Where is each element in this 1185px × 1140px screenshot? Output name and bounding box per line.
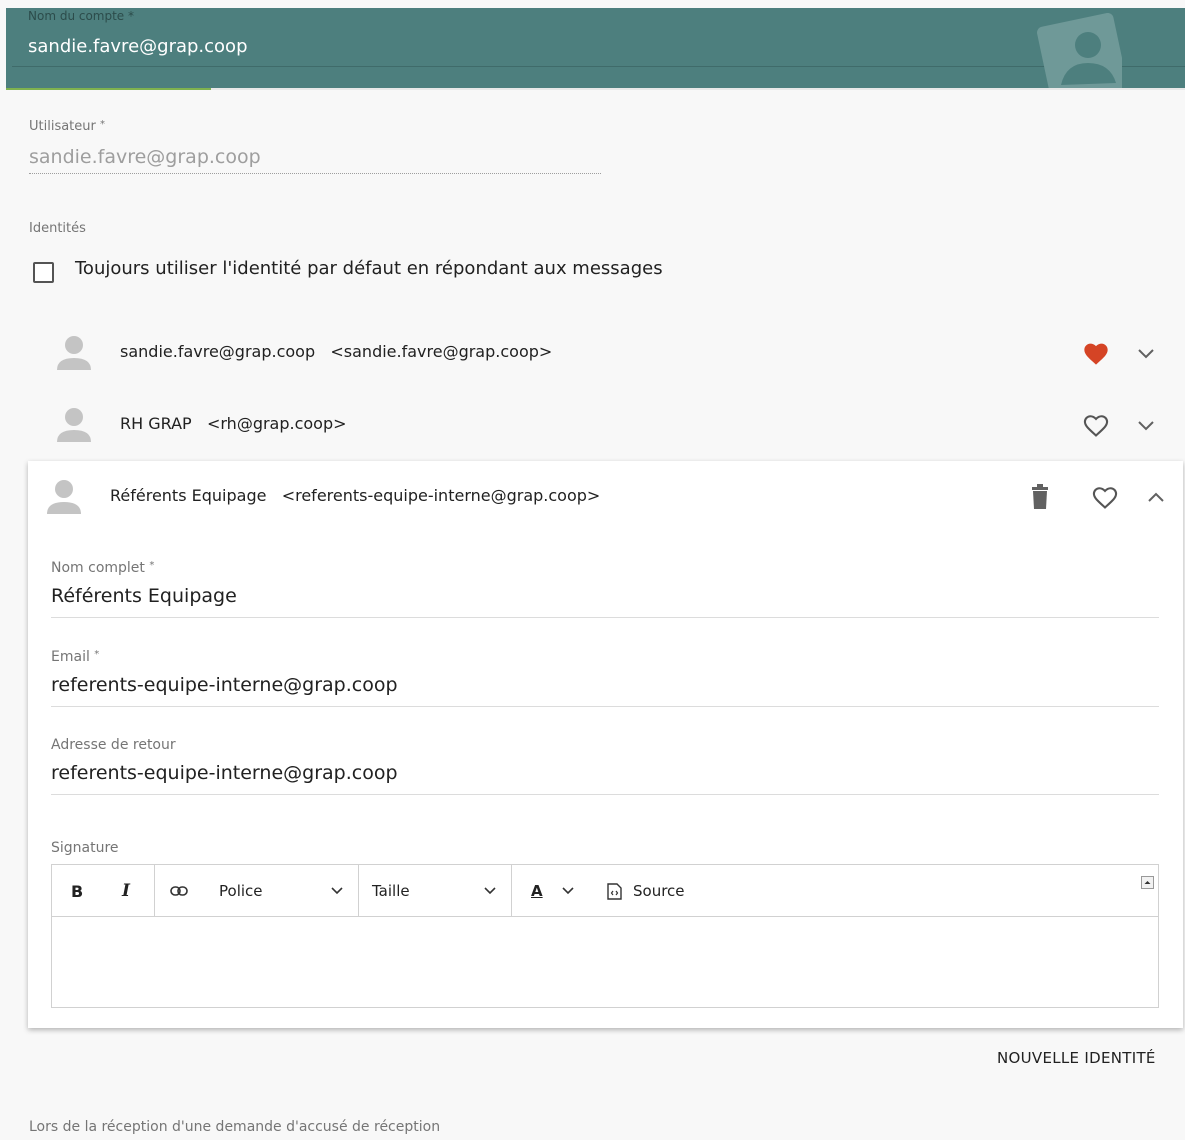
identity-row[interactable]: sandie.favre@grap.coop <sandie.favre@gra… bbox=[28, 320, 1185, 384]
identity-name: RH GRAP <rh@grap.coop> bbox=[120, 414, 347, 433]
identity-name[interactable]: Référents Equipage <referents-equipe-int… bbox=[110, 486, 600, 505]
reply-address-label: Adresse de retour bbox=[51, 737, 176, 753]
favorite-heart-outline-icon[interactable] bbox=[1082, 411, 1110, 439]
account-settings-page: Nom du compte * sandie.favre@grap.coop U… bbox=[0, 0, 1185, 1140]
identity-row[interactable]: RH GRAP <rh@grap.coop> bbox=[28, 392, 1185, 456]
bold-button[interactable]: B bbox=[71, 865, 83, 917]
chevron-down-icon[interactable] bbox=[484, 865, 496, 917]
source-icon bbox=[607, 882, 622, 900]
user-label: Utilisateur * bbox=[29, 119, 106, 134]
chevron-down-icon[interactable] bbox=[1132, 412, 1160, 440]
toolbar-separator bbox=[154, 865, 155, 917]
avatar-icon bbox=[57, 336, 91, 370]
user-value: sandie.favre@grap.coop bbox=[29, 146, 261, 168]
text-color-label: A bbox=[531, 882, 543, 900]
avatar-icon bbox=[47, 480, 81, 514]
chevron-down-icon[interactable] bbox=[1132, 340, 1160, 368]
signature-label: Signature bbox=[51, 840, 119, 856]
font-family-select[interactable]: Police bbox=[219, 865, 263, 917]
identity-name: sandie.favre@grap.coop <sandie.favre@gra… bbox=[120, 342, 553, 361]
link-icon bbox=[170, 886, 188, 896]
link-button[interactable] bbox=[170, 865, 188, 917]
source-button[interactable]: Source bbox=[607, 865, 685, 917]
header-progress-bar bbox=[6, 88, 211, 90]
collapse-toolbar-icon[interactable] bbox=[1141, 875, 1154, 889]
font-size-select[interactable]: Taille bbox=[372, 865, 410, 917]
source-label: Source bbox=[633, 882, 685, 900]
signature-content-area[interactable] bbox=[52, 918, 1158, 1007]
fullname-label: Nom complet * bbox=[51, 560, 155, 576]
signature-editor: B I Police Taille A Source bbox=[51, 864, 1159, 1008]
user-field-underline bbox=[29, 173, 601, 174]
identities-label: Identités bbox=[29, 221, 86, 236]
chevron-down-icon[interactable] bbox=[562, 865, 574, 917]
italic-button[interactable]: I bbox=[122, 865, 130, 917]
reply-address-input[interactable]: referents-equipe-interne@grap.coop bbox=[51, 762, 398, 784]
avatar-icon bbox=[57, 408, 91, 442]
email-underline bbox=[51, 706, 1159, 707]
always-default-identity-label[interactable]: Toujours utiliser l'identité par défaut … bbox=[75, 258, 663, 279]
signature-toolbar: B I Police Taille A Source bbox=[52, 865, 1158, 917]
account-name-value[interactable]: sandie.favre@grap.coop bbox=[28, 36, 248, 57]
font-family-label: Police bbox=[219, 882, 263, 900]
toolbar-separator bbox=[358, 865, 359, 917]
reply-address-underline bbox=[51, 794, 1159, 795]
expanded-identity-card: Référents Equipage <referents-equipe-int… bbox=[28, 461, 1183, 1028]
receipt-request-label: Lors de la réception d'une demande d'acc… bbox=[29, 1119, 441, 1135]
fullname-underline bbox=[51, 617, 1159, 618]
chevron-up-icon[interactable] bbox=[1142, 483, 1170, 511]
email-input[interactable]: referents-equipe-interne@grap.coop bbox=[51, 674, 398, 696]
account-header: Nom du compte * sandie.favre@grap.coop bbox=[6, 8, 1185, 88]
new-identity-button[interactable]: NOUVELLE IDENTITÉ bbox=[997, 1049, 1156, 1067]
account-name-underline bbox=[12, 66, 1185, 67]
favorite-heart-outline-icon[interactable] bbox=[1091, 483, 1119, 511]
chevron-down-icon[interactable] bbox=[331, 865, 343, 917]
favorite-heart-icon[interactable] bbox=[1082, 339, 1110, 367]
account-name-label: Nom du compte * bbox=[28, 9, 135, 23]
toolbar-separator bbox=[511, 865, 512, 917]
text-color-button[interactable]: A bbox=[531, 865, 543, 917]
fullname-input[interactable]: Référents Equipage bbox=[51, 585, 237, 607]
always-default-identity-checkbox[interactable] bbox=[33, 262, 54, 283]
email-label: Email * bbox=[51, 649, 100, 665]
font-size-label: Taille bbox=[372, 882, 410, 900]
account-avatar-icon bbox=[1037, 13, 1122, 88]
delete-trash-icon[interactable] bbox=[1026, 483, 1054, 511]
